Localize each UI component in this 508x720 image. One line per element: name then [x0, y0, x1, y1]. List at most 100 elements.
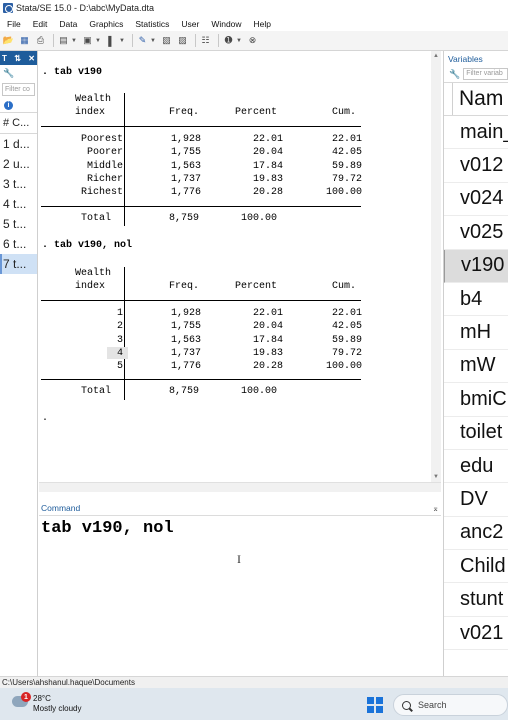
results-command-2: . tab v190, nol: [42, 240, 133, 251]
table1-row-percent: 20.04: [252, 147, 283, 159]
variable-item[interactable]: toilet: [444, 417, 508, 450]
table1-total-freq: 8,759: [169, 213, 200, 224]
table2-row-percent: 19.83: [252, 347, 283, 359]
variable-item[interactable]: main_: [444, 116, 508, 150]
table2-col-freq: Freq.: [169, 281, 200, 292]
results-vertical-scrollbar[interactable]: ▲ ▼: [431, 51, 441, 482]
variable-item[interactable]: edu: [444, 450, 508, 484]
history-item[interactable]: 5 t...: [0, 214, 37, 234]
save-icon[interactable]: ▦: [18, 34, 31, 47]
variable-item[interactable]: anc2: [444, 517, 508, 551]
variable-item[interactable]: bmiC: [444, 383, 508, 417]
data-browser-icon[interactable]: ▨: [176, 34, 189, 47]
table1-col-cum: Cum.: [332, 107, 357, 118]
menu-statistics[interactable]: Statistics: [135, 19, 169, 29]
table2-row-percent: 20.28: [252, 361, 283, 373]
table2-row-percent: 20.04: [252, 321, 283, 333]
table2-row-cum: 79.72: [331, 347, 362, 359]
open-folder-icon[interactable]: 📂: [2, 34, 15, 47]
table1-header-index: index: [75, 107, 106, 118]
variable-item[interactable]: mH: [444, 316, 508, 350]
pin-icon[interactable]: ⇅: [14, 54, 21, 63]
table2-col-cum: Cum.: [332, 281, 357, 292]
toolbar-divider: [132, 34, 133, 47]
variable-item[interactable]: v024: [444, 183, 508, 217]
table2-row-label: 1: [116, 308, 123, 319]
chevron-down-icon[interactable]: ▼: [94, 34, 102, 47]
history-item[interactable]: 2 u...: [0, 154, 37, 174]
wrench-icon[interactable]: 🔧: [449, 69, 460, 80]
variable-item[interactable]: b4: [444, 283, 508, 317]
data-editor-edit-icon[interactable]: ▧: [160, 34, 173, 47]
variable-item-selected[interactable]: v190: [444, 249, 508, 283]
command-header: Command ⌅: [39, 501, 441, 515]
pin-icon[interactable]: ⌅: [432, 504, 439, 513]
table2-total-percent: 100.00: [241, 386, 278, 397]
command-input[interactable]: tab v190, nol I: [39, 515, 441, 675]
variables-column-label: Nam: [459, 87, 504, 110]
history-item-selected[interactable]: 7 t...: [0, 254, 37, 274]
history-item[interactable]: 1 d...: [0, 134, 37, 154]
chevron-down-icon[interactable]: ▼: [70, 34, 78, 47]
menu-edit[interactable]: Edit: [33, 19, 48, 29]
history-item[interactable]: 3 t...: [0, 174, 37, 194]
table1-row-cum: 22.01: [331, 134, 362, 145]
history-filter-input[interactable]: Filter co: [2, 83, 35, 96]
variables-manager-icon[interactable]: ☷: [199, 34, 212, 47]
scroll-up-icon[interactable]: ▲: [433, 53, 439, 59]
info-icon[interactable]: i: [4, 100, 13, 110]
table1-row-label: Richer: [86, 173, 123, 185]
table1-row-label: Richest: [80, 187, 123, 199]
graph-icon[interactable]: ▌: [105, 34, 118, 47]
menu-data[interactable]: Data: [59, 19, 77, 29]
variable-item[interactable]: v025: [444, 216, 508, 250]
do-file-editor-icon[interactable]: ✎: [136, 34, 149, 47]
command-label: Command: [41, 503, 81, 513]
chevron-down-icon[interactable]: ▼: [235, 34, 243, 47]
menu-user[interactable]: User: [181, 19, 199, 29]
table2-total-label: Total: [81, 386, 112, 397]
table2-header-rule: [41, 300, 361, 301]
table2-row-freq: 1,563: [170, 334, 201, 346]
taskbar-search-label: Search: [418, 700, 447, 710]
history-item[interactable]: 6 t...: [0, 234, 37, 254]
menu-file[interactable]: File: [7, 19, 21, 29]
variable-item[interactable]: mW: [444, 350, 508, 384]
table1-row-freq: 1,928: [170, 134, 201, 145]
toolbar-divider: [218, 34, 219, 47]
scroll-down-icon[interactable]: ▼: [433, 474, 439, 480]
close-icon[interactable]: ✕: [28, 54, 35, 63]
variables-filter-input[interactable]: Filter variab: [463, 68, 508, 80]
menu-help[interactable]: Help: [254, 19, 271, 29]
variable-item[interactable]: DV: [444, 483, 508, 517]
taskbar-search[interactable]: Search: [393, 694, 508, 716]
windows-start-icon[interactable]: [367, 697, 383, 713]
history-tab-icon[interactable]: T: [2, 54, 7, 63]
variable-item[interactable]: v021: [444, 617, 508, 651]
history-item[interactable]: 4 t...: [0, 194, 37, 214]
weather-temperature: 28°C: [33, 694, 51, 703]
break-icon[interactable]: ⊗: [246, 34, 259, 47]
viewer-icon[interactable]: ▣: [81, 34, 94, 47]
print-icon[interactable]: ⎙: [34, 34, 47, 47]
variable-item[interactable]: stunt: [444, 583, 508, 617]
more-icon[interactable]: ➊: [222, 34, 235, 47]
results-horizontal-scrollbar[interactable]: [39, 482, 441, 492]
weather-widget[interactable]: 1 28°C Mostly cloudy: [10, 692, 90, 716]
table2-header-index: index: [75, 281, 106, 292]
variables-column-header[interactable]: Nam: [444, 82, 508, 116]
history-column-header[interactable]: # C...: [0, 112, 37, 134]
results-window[interactable]: . tab v190 Wealth index Freq. Percent Cu…: [39, 51, 431, 482]
variable-item[interactable]: v012: [444, 149, 508, 183]
menu-window[interactable]: Window: [211, 19, 241, 29]
chevron-down-icon[interactable]: ▼: [118, 34, 126, 47]
table2-row-percent: 17.84: [252, 334, 283, 346]
variable-item[interactable]: Child: [444, 550, 508, 584]
chevron-down-icon[interactable]: ▼: [149, 34, 157, 47]
log-icon[interactable]: ▤: [57, 34, 70, 47]
table1-row-freq: 1,563: [170, 160, 201, 172]
table2-row-percent: 22.01: [252, 308, 283, 319]
text-cursor-icon: I: [237, 552, 241, 566]
wrench-icon[interactable]: 🔧: [3, 68, 14, 79]
menu-graphics[interactable]: Graphics: [89, 19, 123, 29]
